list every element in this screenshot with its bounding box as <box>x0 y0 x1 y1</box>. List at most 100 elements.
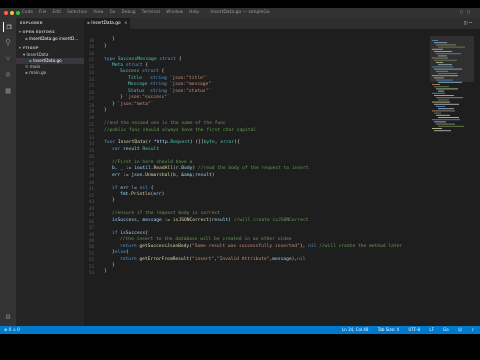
file-main-go[interactable]: ▪ main.go <box>25 70 46 76</box>
code-line[interactable]: return getSuccessJsonBody("Some result w… <box>120 244 402 250</box>
minimap-slider[interactable] <box>430 36 474 82</box>
code-line[interactable]: }else{ <box>112 250 129 256</box>
minimap-line <box>438 90 444 92</box>
minimap-line <box>434 130 451 132</box>
search-icon[interactable]: ⚲ <box>3 38 13 48</box>
minimap-line <box>436 88 458 90</box>
code-line[interactable]: } <box>104 269 107 275</box>
bell-icon[interactable]: ♪ <box>471 327 474 332</box>
vscode-window: Code File Edit Selection View Go Debug Terminal… <box>0 8 480 334</box>
code-line[interactable]: Success struct { <box>120 69 164 75</box>
code-line[interactable]: err := json.Unmarshal(b, &amp;result) <box>112 173 215 179</box>
split-editor-icon[interactable]: ▢ <box>460 9 467 15</box>
code-line[interactable]: } `json:"success"` <box>120 95 170 101</box>
line-number: 32 <box>88 128 94 134</box>
code-line[interactable]: var result Result <box>112 147 159 153</box>
line-number: 43 <box>88 199 94 205</box>
minimap-lines <box>430 36 474 132</box>
open-editors-header[interactable]: ▾ OPEN EDITORS <box>19 30 55 34</box>
minimap-line <box>432 101 450 103</box>
line-number: 36 <box>88 154 94 160</box>
title-bar-icons: ▢▢ <box>460 9 474 15</box>
source-control-icon[interactable]: ⑂ <box>3 54 13 64</box>
code-editor[interactable]: 18} 19} 20 21 type SuccessMessage struct {22… <box>84 36 424 326</box>
tab-actions: ◫⋯ <box>464 20 474 26</box>
go-file-icon: ▪ <box>25 36 28 41</box>
code-line[interactable]: } <box>112 37 115 43</box>
code-line[interactable]: //First in here should have a <box>112 160 192 166</box>
go-file-icon: ▪ <box>29 58 32 63</box>
minimap-line <box>434 103 459 105</box>
line-number: 20 <box>88 50 94 56</box>
minimap-line <box>432 92 445 94</box>
minimap-line <box>438 117 459 118</box>
line-number: 40 <box>88 179 94 185</box>
line-ending[interactable]: LF <box>429 327 434 332</box>
line-number: 54 <box>88 270 94 276</box>
line-number: 39 <box>88 173 94 179</box>
code-line[interactable]: } <box>104 44 107 50</box>
more-icon[interactable]: ▢ <box>467 9 474 15</box>
go-file-icon: ▪ <box>25 70 28 75</box>
code-line[interactable]: } <box>112 198 115 204</box>
more-actions-icon[interactable]: ⋯ <box>469 20 474 26</box>
extensions-icon[interactable]: ▦ <box>3 86 13 96</box>
code-line[interactable]: //public func should always have the fir… <box>104 128 256 134</box>
line-number: 52 <box>88 257 94 263</box>
language-mode[interactable]: Go <box>443 327 449 332</box>
line-number: 42 <box>88 192 94 198</box>
minimap-line <box>434 121 446 123</box>
code-line[interactable]: fmt.Println(err) <box>120 192 164 198</box>
minimap-line <box>436 106 445 107</box>
files-icon[interactable]: ❐ <box>3 22 14 32</box>
code-line[interactable]: if isSuccess{ <box>112 231 148 237</box>
line-number: 38 <box>88 167 94 172</box>
minimap-line <box>434 95 454 96</box>
close-tab-icon[interactable]: × <box>124 21 128 26</box>
code-line[interactable]: //the insert to the database will be cre… <box>120 237 291 243</box>
line-number: 24 <box>88 76 94 82</box>
code-line[interactable]: } `json:"meta"` <box>112 102 154 108</box>
code-line[interactable]: type SuccessMessage struct { <box>104 57 182 63</box>
code-line[interactable]: isSuccess, message := isJSONCorrect(resu… <box>112 218 309 224</box>
open-editor-item[interactable]: ▪ InsertData.go insertD... <box>25 36 78 42</box>
line-number: 27 <box>88 96 94 102</box>
code-line[interactable]: } <box>112 263 115 269</box>
code-line[interactable]: } <box>104 108 107 114</box>
smiley-icon[interactable]: ☺ <box>458 327 462 332</box>
line-number: 33 <box>88 134 94 140</box>
code-line[interactable]: Status string `json:"status"` <box>128 89 211 95</box>
code-line[interactable]: b, _ := ioutil.ReadAll(r.Body) //read th… <box>112 166 309 172</box>
explorer-header: EXPLORER <box>20 21 43 25</box>
line-number: 34 <box>88 141 94 147</box>
debug-icon[interactable]: ⊘ <box>3 70 13 80</box>
problems-indicator[interactable]: ⊗ 0 ⚠ 0 <box>4 327 20 332</box>
code-line[interactable]: if err != nil { <box>112 186 154 192</box>
minimap-line <box>436 123 455 125</box>
code-line[interactable]: //and the second one is the name of the … <box>104 121 226 127</box>
line-number: 49 <box>88 237 94 243</box>
line-number: 50 <box>88 244 94 250</box>
minimap[interactable] <box>430 36 474 326</box>
code-line[interactable]: //ensure if the request body is correct <box>112 211 220 217</box>
tab-insertdata-go[interactable]: ▪ InsertData.go × <box>84 18 130 29</box>
line-number: 23 <box>88 70 94 76</box>
minimap-line <box>438 125 464 127</box>
activity-bar: ❐ ⚲ ⑂ ⊘ ▦ ⚙ <box>0 18 16 326</box>
code-line[interactable]: func InsertData(r *http.Request) ([]byte… <box>104 140 240 146</box>
code-line[interactable]: Message string `json:"message"` <box>128 82 214 88</box>
line-number: 41 <box>88 186 94 192</box>
go-file-icon: ▪ <box>87 21 90 26</box>
minimap-line <box>438 99 449 101</box>
project-folder-header[interactable]: ▾ YTIGOP <box>19 46 39 50</box>
code-line[interactable]: Title string `json:"title"` <box>128 76 208 82</box>
encoding[interactable]: UTF-8 <box>408 327 420 332</box>
minimap-line <box>432 110 455 112</box>
minimap-line <box>432 84 440 85</box>
minimap-line <box>432 119 460 121</box>
cursor-position[interactable]: Ln 34, Col 48 <box>342 327 368 332</box>
code-line[interactable]: return getErrorFromResult("insert","Inva… <box>120 257 305 263</box>
settings-gear-icon[interactable]: ⚙ <box>3 312 13 322</box>
breadcrumb <box>84 29 480 36</box>
tab-size[interactable]: Tab Size: 4 <box>378 327 399 332</box>
